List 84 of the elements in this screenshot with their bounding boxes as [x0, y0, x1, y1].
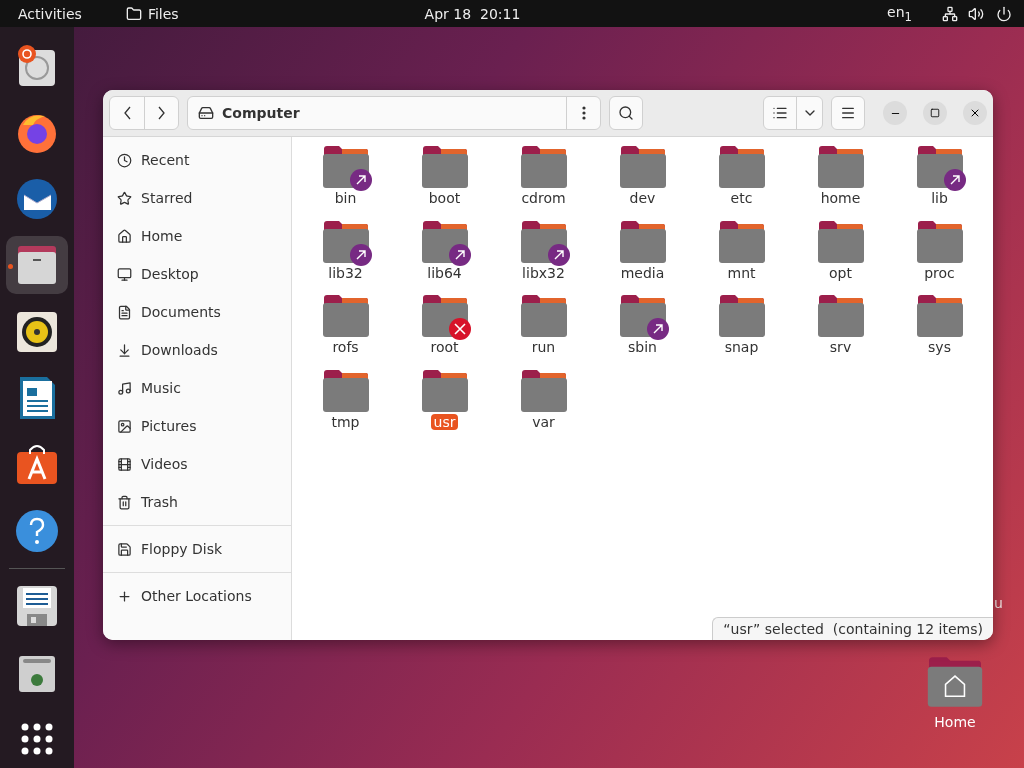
- drive-icon: [198, 105, 214, 121]
- vertical-dots-icon: [581, 106, 586, 120]
- file-name[interactable]: snap: [721, 339, 762, 355]
- arrow-badge-icon: [349, 243, 372, 266]
- home-icon: [117, 228, 132, 244]
- sidebar-item[interactable]: Music: [103, 369, 291, 407]
- download-icon: [117, 342, 132, 358]
- file-name[interactable]: run: [528, 339, 559, 355]
- file-name[interactable]: lib: [928, 190, 951, 206]
- desktop-icon-label: Home: [934, 714, 976, 730]
- list-icon: [772, 105, 788, 121]
- maximize-icon: [930, 108, 940, 118]
- mail-bird-icon[interactable]: [15, 176, 59, 221]
- speaker-icon[interactable]: [15, 309, 59, 354]
- power-icon[interactable]: [996, 5, 1012, 22]
- chevron-left-icon: [123, 106, 131, 120]
- folder-icon: [125, 5, 142, 22]
- arrow-badge-icon: [646, 318, 669, 340]
- menu-icon: [840, 105, 856, 121]
- app-menu[interactable]: Files: [125, 5, 179, 22]
- desktop-icon-label: u: [994, 595, 1003, 611]
- sidebar-item[interactable]: Pictures: [103, 407, 291, 445]
- activities-button[interactable]: Activities: [18, 5, 82, 22]
- sidebar-item[interactable]: Starred: [103, 179, 291, 217]
- clock[interactable]: Apr 18 20:11: [424, 5, 888, 22]
- file-name[interactable]: sys: [925, 339, 954, 355]
- file-name[interactable]: root: [427, 339, 462, 355]
- arrow-badge-icon: [349, 169, 372, 191]
- file-name[interactable]: cdrom: [518, 190, 569, 206]
- sidebar-item[interactable]: Documents: [103, 293, 291, 331]
- arrow-badge-icon: [943, 169, 966, 191]
- desktop-icon: [117, 266, 132, 282]
- home-folder-icon[interactable]: [926, 656, 984, 708]
- maximize-button[interactable]: [923, 101, 947, 125]
- picture-icon: [117, 418, 132, 434]
- chevron-right-icon: [158, 106, 165, 120]
- music-note-icon: [117, 380, 132, 396]
- file-name[interactable]: boot: [425, 190, 464, 206]
- sidebar-item[interactable]: Other Locations: [103, 577, 291, 615]
- film-icon: [117, 456, 132, 472]
- sidebar-item[interactable]: Floppy Disk: [103, 530, 291, 568]
- plus-icon: [117, 588, 132, 604]
- network-icon[interactable]: [942, 5, 958, 22]
- close-icon: [969, 107, 981, 119]
- arrow-badge-icon: [448, 243, 471, 266]
- shopping-bag-icon[interactable]: [15, 442, 59, 487]
- sidebar-item[interactable]: Downloads: [103, 331, 291, 369]
- close-button[interactable]: [963, 101, 987, 125]
- file-name[interactable]: sbin: [625, 339, 660, 355]
- help-icon[interactable]: [15, 508, 59, 553]
- clock-icon: [117, 152, 132, 168]
- star-icon: [117, 190, 132, 206]
- volume-icon[interactable]: [968, 5, 984, 22]
- location-button[interactable]: Computer: [188, 97, 566, 129]
- status-text: “usr” selected (containing 12 items): [712, 617, 993, 640]
- file-name[interactable]: etc: [727, 190, 756, 206]
- sidebar-item[interactable]: Trash: [103, 483, 291, 521]
- file-name[interactable]: proc: [921, 264, 958, 281]
- file-name[interactable]: libx32: [519, 264, 568, 281]
- file-name[interactable]: home: [817, 190, 864, 206]
- sidebar-item[interactable]: Desktop: [103, 255, 291, 293]
- input-source[interactable]: en$_{1}$: [887, 3, 912, 24]
- no-access-badge-icon: [448, 318, 471, 340]
- file-name[interactable]: lib64: [424, 264, 465, 281]
- file-name[interactable]: dev: [626, 190, 659, 206]
- trash-icon: [117, 494, 132, 510]
- search-icon: [618, 105, 634, 121]
- dock-item-highlight[interactable]: [6, 236, 68, 295]
- file-name[interactable]: bin: [331, 190, 360, 206]
- file-name[interactable]: opt: [826, 264, 855, 281]
- file-name[interactable]: usr: [430, 413, 459, 430]
- file-name[interactable]: var: [529, 413, 558, 430]
- file-name[interactable]: lib32: [325, 264, 366, 281]
- sidebar-item[interactable]: Home: [103, 217, 291, 255]
- file-name[interactable]: srv: [826, 339, 855, 355]
- sidebar-item[interactable]: Videos: [103, 445, 291, 483]
- arrow-badge-icon: [547, 243, 570, 266]
- file-name[interactable]: mnt: [724, 264, 759, 281]
- running-indicator: [8, 264, 13, 270]
- file-name[interactable]: rofs: [329, 339, 362, 355]
- file-name[interactable]: tmp: [328, 413, 363, 430]
- sidebar-item[interactable]: Recent: [103, 141, 291, 179]
- file-name[interactable]: media: [617, 264, 668, 281]
- document-icon: [117, 304, 132, 320]
